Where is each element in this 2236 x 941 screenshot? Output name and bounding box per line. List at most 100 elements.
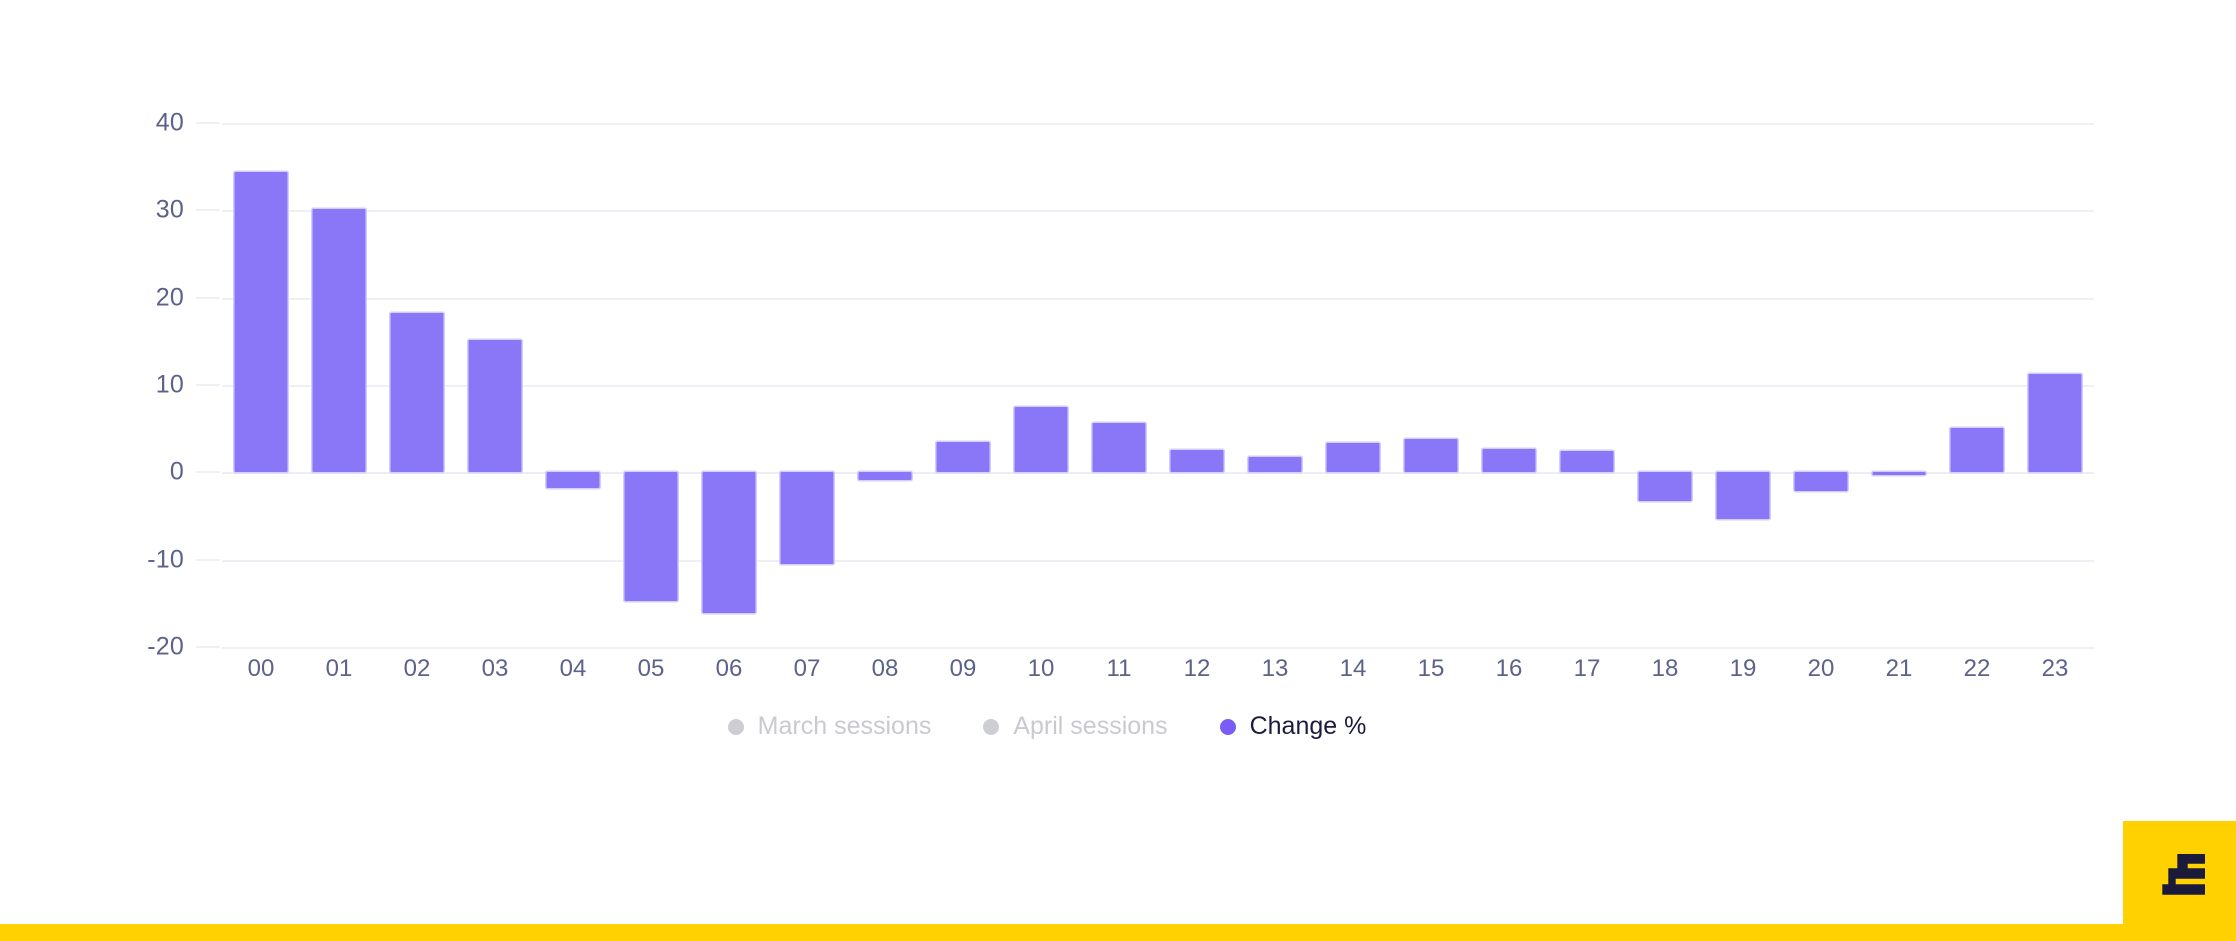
bar[interactable] — [1326, 442, 1380, 473]
bar-slot — [1938, 123, 2016, 647]
chart-page: 40 30 20 10 0 -10 -20 00 01 02 03 04 05 06 07 08 09 10 11… — [0, 0, 2236, 941]
x-axis: 00 01 02 03 04 05 06 07 08 09 10 11 12 13 14 15 16 17 18 19… — [222, 655, 2094, 695]
x-axis-tick-label: 09 — [949, 655, 977, 682]
bar-slot — [534, 123, 612, 647]
bar[interactable] — [1482, 448, 1536, 473]
x-axis-tick-label: 18 — [1651, 655, 1679, 682]
bar[interactable] — [858, 472, 912, 481]
x-axis-tick-label: 01 — [325, 655, 353, 682]
bar[interactable] — [312, 209, 366, 473]
gridline — [222, 647, 2094, 649]
bar-slot — [612, 123, 690, 647]
bar-slot — [1158, 123, 1236, 647]
y-axis-tick-label: 0 — [169, 457, 184, 486]
bar[interactable] — [1248, 457, 1302, 473]
y-axis-tick-label: 20 — [155, 283, 184, 312]
x-axis-tick-label: 20 — [1807, 655, 1835, 682]
x-axis-tick-label: 13 — [1261, 655, 1289, 682]
bar[interactable] — [1560, 450, 1614, 473]
bar-slot — [300, 123, 378, 647]
y-axis-tick-mark — [196, 209, 220, 212]
legend-label: March sessions — [757, 712, 932, 740]
bar-slot — [1704, 123, 1782, 647]
bar-slot — [690, 123, 768, 647]
legend-item-march-sessions[interactable]: March sessions — [727, 712, 932, 741]
bar-slot — [1548, 123, 1626, 647]
chart-legend: March sessions April sessions Change % — [0, 712, 2094, 741]
x-axis-tick-label: 21 — [1885, 655, 1913, 682]
stair-step-e-logo-icon — [2162, 854, 2205, 895]
x-axis-tick-label: 06 — [715, 655, 743, 682]
bar[interactable] — [702, 472, 756, 613]
bar[interactable] — [546, 472, 600, 489]
bar[interactable] — [390, 312, 444, 473]
x-axis-tick-label: 00 — [247, 655, 275, 682]
y-axis-tick-mark — [196, 296, 220, 299]
bar[interactable] — [1638, 472, 1692, 502]
bar-slot — [1782, 123, 1860, 647]
bar-slot — [1860, 123, 1938, 647]
bar-slot — [2016, 123, 2094, 647]
x-axis-tick-label: 12 — [1183, 655, 1211, 682]
bar[interactable] — [624, 472, 678, 601]
bar-slot — [1080, 123, 1158, 647]
x-axis-tick-label: 14 — [1339, 655, 1367, 682]
y-axis-tick-mark — [196, 471, 220, 474]
x-axis-tick-label: 16 — [1495, 655, 1523, 682]
x-axis-tick-label: 10 — [1027, 655, 1055, 682]
x-axis-tick-label: 11 — [1106, 655, 1132, 682]
y-axis-tick-mark — [196, 122, 220, 124]
bar-slot — [378, 123, 456, 647]
bar[interactable] — [1170, 449, 1224, 473]
bar-slot — [1626, 123, 1704, 647]
bar[interactable] — [1092, 422, 1146, 473]
brand-accent-bar — [0, 924, 2236, 941]
legend-item-april-sessions[interactable]: April sessions — [983, 712, 1168, 741]
bar[interactable] — [1872, 472, 1926, 476]
bar-series-change-pct — [222, 123, 2094, 647]
legend-item-change[interactable]: Change % — [1219, 712, 1367, 741]
legend-dot-icon — [983, 718, 1000, 735]
x-axis-tick-label: 08 — [871, 655, 899, 682]
bar[interactable] — [1950, 427, 2004, 473]
bar[interactable] — [1794, 472, 1848, 491]
y-axis-tick-mark — [196, 558, 220, 561]
legend-dot-icon — [1219, 718, 1236, 735]
x-axis-tick-label: 19 — [1729, 655, 1757, 682]
bar-slot — [1236, 123, 1314, 647]
x-axis-tick-label: 17 — [1573, 655, 1601, 682]
bar[interactable] — [1014, 406, 1068, 473]
bar[interactable] — [1404, 439, 1458, 473]
bar-slot — [1470, 123, 1548, 647]
bar[interactable] — [936, 441, 990, 473]
bar[interactable] — [780, 472, 834, 565]
legend-label: April sessions — [1013, 712, 1168, 740]
bar-slot — [768, 123, 846, 647]
x-axis-tick-label: 07 — [793, 655, 821, 682]
bar[interactable] — [234, 171, 288, 473]
bar-slot — [924, 123, 1002, 647]
bar-slot — [222, 123, 300, 647]
bar-slot — [1002, 123, 1080, 647]
x-axis-tick-label: 05 — [637, 655, 665, 682]
grouped-bar-chart: 40 30 20 10 0 -10 -20 00 01 02 03 04 05 06 07 08 09 10 11… — [0, 0, 2236, 760]
y-axis-tick-mark — [196, 384, 220, 386]
y-axis-tick-label: 10 — [155, 370, 184, 399]
bar[interactable] — [1716, 472, 1770, 520]
x-axis-tick-label: 23 — [2041, 655, 2069, 682]
bar-slot — [1392, 123, 1470, 647]
bar-slot — [1314, 123, 1392, 647]
x-axis-tick-label: 02 — [403, 655, 431, 682]
y-axis-tick-label: 40 — [155, 108, 184, 137]
x-axis-tick-label: 04 — [559, 655, 587, 682]
bar[interactable] — [2028, 373, 2082, 473]
y-axis-tick-label: 30 — [155, 195, 184, 224]
legend-dot-icon — [727, 718, 744, 735]
bar-slot — [846, 123, 924, 647]
legend-label: Change % — [1249, 712, 1367, 740]
bar-slot — [456, 123, 534, 647]
x-axis-tick-label: 15 — [1417, 655, 1445, 682]
bar[interactable] — [468, 340, 522, 473]
x-axis-tick-label: 03 — [481, 655, 509, 682]
y-axis-tick-mark — [196, 646, 220, 648]
